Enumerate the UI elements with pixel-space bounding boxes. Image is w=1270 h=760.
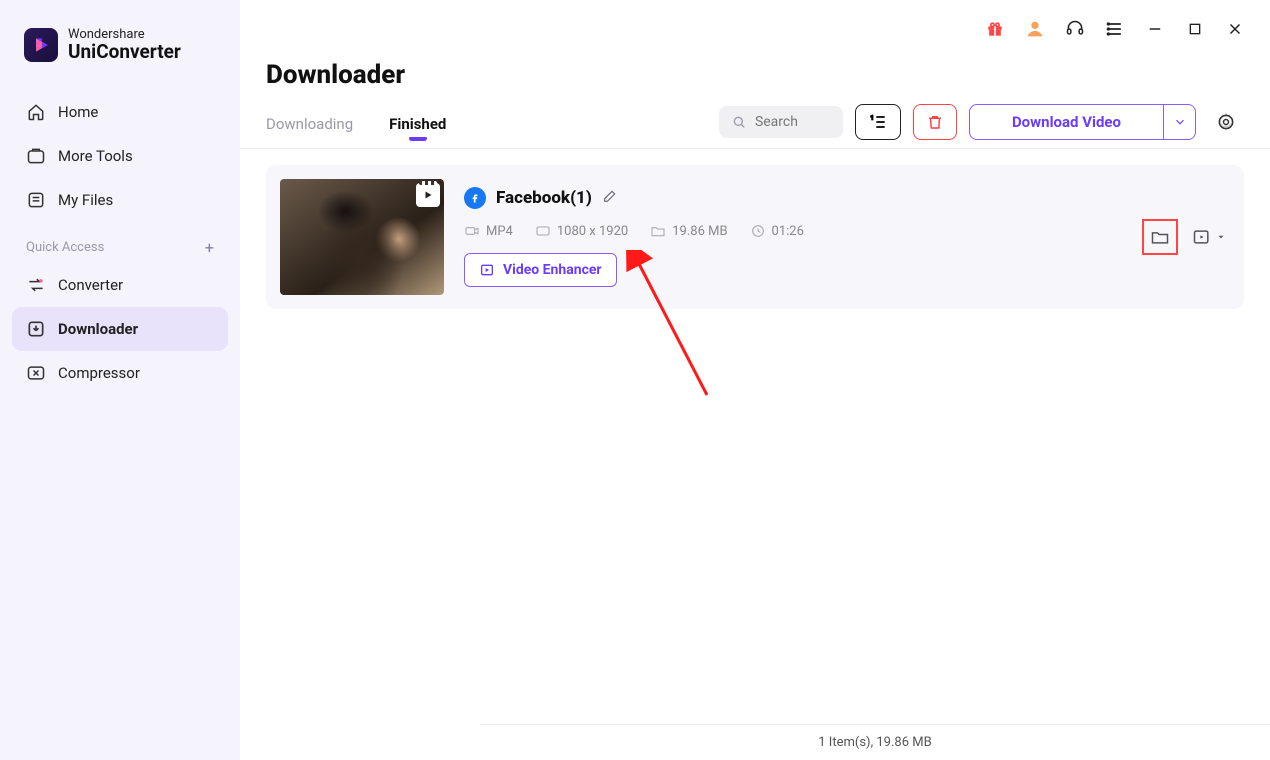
gift-icon[interactable] xyxy=(984,18,1006,40)
facebook-icon xyxy=(464,187,486,209)
item-duration: 01:26 xyxy=(772,224,804,239)
sidebar-label: Home xyxy=(58,103,98,121)
sidebar-label: Converter xyxy=(58,276,123,294)
trash-icon xyxy=(926,113,944,131)
status-text: 1 Item(s), 19.86 MB xyxy=(818,735,931,750)
close-button[interactable] xyxy=(1224,18,1246,40)
sidebar-item-more-tools[interactable]: More Tools xyxy=(12,134,228,178)
window-controls xyxy=(984,18,1246,40)
sidebar-label: Compressor xyxy=(58,364,140,382)
open-folder-button[interactable] xyxy=(1142,219,1178,255)
tab-finished[interactable]: Finished xyxy=(389,105,446,147)
app-logo: Wondershare UniConverter xyxy=(12,28,228,62)
sidebar-item-converter[interactable]: Converter xyxy=(12,263,228,307)
folder-open-icon xyxy=(1150,227,1170,247)
files-icon xyxy=(26,190,46,210)
sidebar-item-home[interactable]: Home xyxy=(12,90,228,134)
sidebar-item-compressor[interactable]: Compressor xyxy=(12,351,228,395)
item-format: MP4 xyxy=(486,224,513,239)
settings-button[interactable] xyxy=(1208,104,1244,140)
search-input[interactable] xyxy=(719,106,843,138)
play-dropdown[interactable] xyxy=(1192,227,1226,247)
sidebar-label: Downloader xyxy=(58,320,138,338)
play-in-icon xyxy=(1192,227,1212,247)
menu-icon[interactable] xyxy=(1104,18,1126,40)
item-size: 19.86 MB xyxy=(672,224,727,239)
tools-icon xyxy=(26,146,46,166)
brand-product: UniConverter xyxy=(68,42,181,62)
search-icon xyxy=(731,114,747,130)
download-video-button[interactable]: Download Video xyxy=(969,104,1164,140)
edit-icon xyxy=(602,188,618,204)
video-badge-icon xyxy=(416,183,440,207)
converter-icon xyxy=(26,275,46,295)
resolution-icon xyxy=(535,223,551,239)
page-title: Downloader xyxy=(240,0,1270,104)
home-icon xyxy=(26,102,46,122)
logo-icon xyxy=(24,28,58,62)
sidebar-label: More Tools xyxy=(58,147,133,165)
caret-down-icon xyxy=(1216,232,1226,242)
sidebar-item-downloader[interactable]: Downloader xyxy=(12,307,228,351)
enhancer-icon xyxy=(479,262,495,278)
tabs: Downloading Finished 1 Download Video xyxy=(240,104,1270,149)
camera-icon xyxy=(464,223,480,239)
account-icon[interactable] xyxy=(1024,18,1046,40)
gear-icon xyxy=(1216,112,1236,132)
minimize-button[interactable] xyxy=(1144,18,1166,40)
sidebar: Wondershare UniConverter Home More Tools… xyxy=(0,0,240,760)
tab-downloading[interactable]: Downloading xyxy=(266,105,353,147)
maximize-button[interactable] xyxy=(1184,18,1206,40)
search-field[interactable] xyxy=(755,114,825,130)
item-title: Facebook(1) xyxy=(496,188,592,208)
quick-access-label: Quick Access xyxy=(26,240,104,255)
item-meta: MP4 1080 x 1920 19.86 MB 01:26 xyxy=(464,223,1122,239)
clock-icon xyxy=(750,223,766,239)
edit-title-button[interactable] xyxy=(602,188,618,208)
downloader-icon xyxy=(26,319,46,339)
main-panel: Downloader Downloading Finished 1 Downlo… xyxy=(240,0,1270,760)
status-bar: 1 Item(s), 19.86 MB xyxy=(480,724,1270,760)
svg-text:1: 1 xyxy=(870,116,873,122)
compressor-icon xyxy=(26,363,46,383)
item-thumbnail[interactable] xyxy=(280,179,444,295)
chevron-down-icon xyxy=(1173,115,1187,129)
download-item: Facebook(1) MP4 1080 x 1920 19.86 MB 01:… xyxy=(266,165,1244,309)
folder-icon xyxy=(650,223,666,239)
sort-list-button[interactable]: 1 xyxy=(855,104,901,140)
support-icon[interactable] xyxy=(1064,18,1086,40)
video-enhancer-button[interactable]: Video Enhancer xyxy=(464,253,617,287)
list-icon: 1 xyxy=(868,112,888,132)
download-video-button-group: Download Video xyxy=(969,104,1196,140)
sidebar-label: My Files xyxy=(58,191,113,209)
quick-access-add-button[interactable]: + xyxy=(205,238,214,257)
enhancer-label: Video Enhancer xyxy=(503,262,602,278)
download-video-dropdown[interactable] xyxy=(1164,104,1196,140)
delete-button[interactable] xyxy=(913,104,957,140)
sidebar-item-my-files[interactable]: My Files xyxy=(12,178,228,222)
item-resolution: 1080 x 1920 xyxy=(557,224,628,239)
